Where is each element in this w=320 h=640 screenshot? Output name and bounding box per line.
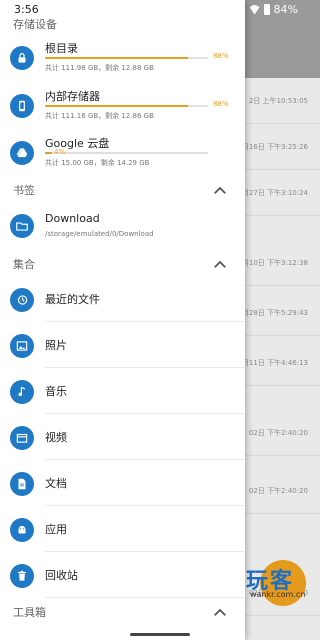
background-row: 月28日 下午5:29:43 <box>242 290 320 336</box>
section-title: 工具箱 <box>13 606 46 619</box>
google-drive-icon <box>10 141 34 165</box>
collection-label: 应用 <box>45 523 67 536</box>
collection-label: 视频 <box>45 431 67 444</box>
collection-item-recent[interactable]: 最近的文件 <box>0 278 245 322</box>
bookmark-item-download[interactable]: Download /storage/emulated/0/Download <box>0 204 245 248</box>
usage-bar-fill <box>45 152 52 154</box>
storage-label: 内部存储器 <box>45 90 100 103</box>
watermark-url: wankr.com.cn <box>250 590 306 599</box>
section-bookmarks-header[interactable]: 书签 <box>0 176 245 204</box>
storage-item-internal[interactable]: 内部存储器 88% 共计 111.16 GB，剩余 12.86 GB <box>0 84 245 128</box>
chevron-up-icon[interactable] <box>211 182 229 200</box>
background-row: 月27日 下午3:10:24 <box>242 170 320 216</box>
storage-detail: 共计 111.16 GB，剩余 12.86 GB <box>45 112 154 120</box>
chevron-up-icon[interactable] <box>211 256 229 274</box>
background-row: 月16日 下午3:25:26 <box>242 124 320 170</box>
collection-item-documents[interactable]: 文档 <box>0 462 245 506</box>
navigation-drawer: 3:56 存储设备 根目录 88% 共计 111.98 GB，剩余 12.88 … <box>0 0 245 640</box>
storage-detail: 共计 15.00 GB，剩余 14.29 GB <box>45 159 150 167</box>
chevron-up-icon[interactable] <box>211 604 229 622</box>
phone-icon <box>10 94 34 118</box>
usage-bar <box>45 57 208 59</box>
usage-percent: 88% <box>213 52 229 60</box>
collection-item-apps[interactable]: 应用 <box>0 508 245 552</box>
background-row: 02日 下午2:40:20 <box>245 468 320 514</box>
bookmark-label: Download <box>45 212 100 225</box>
background-row: 02日 下午2:40:20 <box>245 410 320 456</box>
collection-item-music[interactable]: 音乐 <box>0 370 245 414</box>
background-row: 月10日 下午3:12:38 <box>242 240 320 286</box>
section-collections-header[interactable]: 集合 <box>0 250 245 278</box>
music-icon <box>10 380 34 404</box>
section-title: 存储设备 <box>13 18 57 31</box>
storage-label: 根目录 <box>45 42 78 55</box>
section-storage-header[interactable]: 存储设备 <box>0 10 245 38</box>
usage-percent: 88% <box>213 100 229 108</box>
usage-bar-fill <box>45 57 189 59</box>
usage-bar <box>45 105 208 107</box>
collection-label: 照片 <box>45 339 67 352</box>
storage-detail: 共计 111.98 GB，剩余 12.88 GB <box>45 64 154 72</box>
collection-label: 文档 <box>45 477 67 490</box>
wifi-icon <box>249 4 260 15</box>
battery-icon <box>263 4 270 15</box>
image-icon <box>10 334 34 358</box>
android-icon <box>10 518 34 542</box>
usage-bar <box>45 152 208 154</box>
usage-bar-fill <box>45 105 189 107</box>
section-title: 书签 <box>13 184 35 197</box>
collection-item-video[interactable]: 视频 <box>0 416 245 460</box>
section-tools-header[interactable]: 工具箱 <box>0 598 245 626</box>
section-title: 集合 <box>13 258 35 271</box>
collection-label: 音乐 <box>45 385 67 398</box>
collection-item-photos[interactable]: 照片 <box>0 324 245 368</box>
storage-item-root[interactable]: 根目录 88% 共计 111.98 GB，剩余 12.88 GB <box>0 36 245 80</box>
status-icons: 84% <box>249 3 298 16</box>
background-row: 月11日 下午4:46:13 <box>242 340 320 386</box>
background-row: 2日 上午10:53:05 <box>245 78 320 124</box>
collection-item-trash[interactable]: 回收站 <box>0 554 245 598</box>
battery-percent: 84% <box>273 3 298 16</box>
bookmark-path: /storage/emulated/0/Download <box>45 230 154 238</box>
folder-icon <box>10 214 34 238</box>
trash-icon <box>10 564 34 588</box>
video-icon <box>10 426 34 450</box>
lock-icon <box>10 46 34 70</box>
document-icon <box>10 472 34 496</box>
usage-percent: 4% <box>54 148 66 156</box>
gesture-nav-handle[interactable] <box>130 633 190 636</box>
storage-item-google-drive[interactable]: Google 云盘 4% 共计 15.00 GB，剩余 14.29 GB <box>0 131 245 175</box>
collection-label: 回收站 <box>45 569 78 582</box>
collection-label: 最近的文件 <box>45 293 100 306</box>
history-icon <box>10 288 34 312</box>
